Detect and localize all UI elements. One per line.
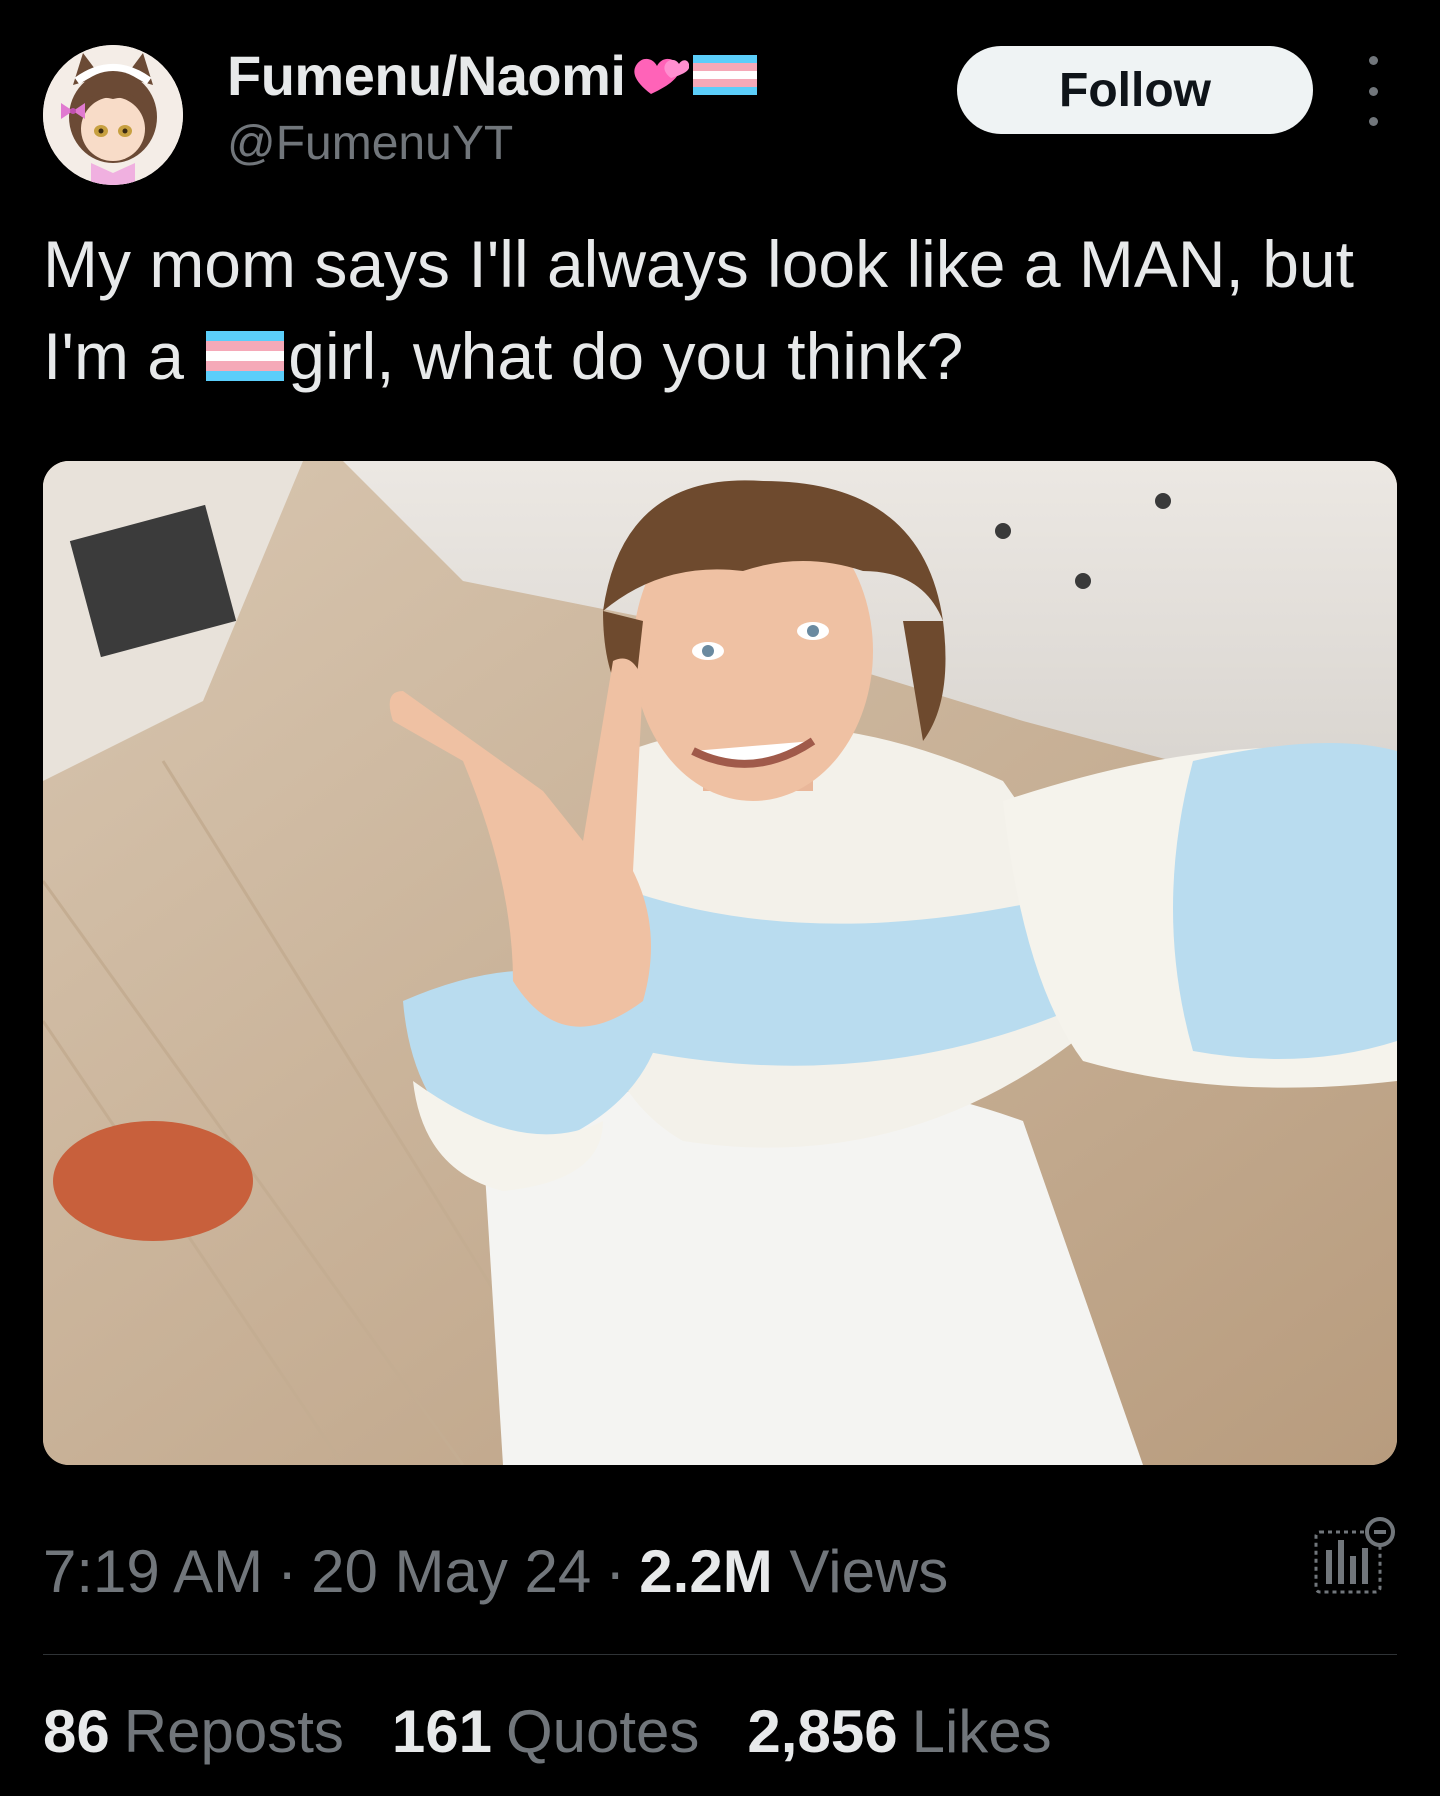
- quotes-stat[interactable]: 161 Quotes: [392, 1690, 700, 1774]
- transgender-flag-icon: [693, 55, 758, 95]
- tweet-meta: 7:19 AM · 20 May 24 · 2.2M Views: [43, 1530, 948, 1614]
- separator: ·: [605, 1538, 626, 1605]
- separator: ·: [277, 1538, 298, 1605]
- quotes-label: Quotes: [505, 1698, 700, 1765]
- follow-button[interactable]: Follow: [957, 46, 1313, 134]
- views-count: 2.2M: [639, 1538, 773, 1605]
- reposts-label: Reposts: [123, 1698, 344, 1765]
- analytics-icon[interactable]: [1310, 1510, 1400, 1600]
- tweet-photo[interactable]: [43, 461, 1397, 1465]
- tweet-time[interactable]: 7:19 AM: [43, 1538, 263, 1605]
- quotes-count: 161: [391, 1698, 492, 1765]
- author-handle[interactable]: @FumenuYT: [227, 116, 757, 171]
- display-name[interactable]: Fumenu/Naomi: [227, 40, 758, 110]
- likes-count: 2,856: [747, 1698, 898, 1765]
- two-hearts-icon: [634, 58, 690, 94]
- transgender-flag-icon: [206, 331, 285, 381]
- tweet-text: My mom says I'll always look like a MAN,…: [43, 218, 1413, 402]
- more-options-icon[interactable]: [1353, 56, 1393, 126]
- avatar[interactable]: [43, 45, 183, 185]
- tweet-stats: 86 Reposts 161 Quotes 2,856 Likes: [43, 1690, 1052, 1774]
- reposts-count: 86: [43, 1698, 110, 1765]
- likes-label: Likes: [911, 1698, 1052, 1765]
- display-name-text[interactable]: Fumenu/Naomi: [227, 43, 626, 108]
- tweet-text-part2: girl, what do you think?: [288, 319, 964, 393]
- likes-stat[interactable]: 2,856 Likes: [747, 1690, 1051, 1774]
- divider: [43, 1654, 1397, 1655]
- author-info: Fumenu/Naomi @FumenuYT: [227, 40, 758, 171]
- tweet-header: Fumenu/Naomi @FumenuYT Follow: [43, 40, 1397, 185]
- tweet-date[interactable]: 20 May 24: [311, 1538, 591, 1605]
- reposts-stat[interactable]: 86 Reposts: [43, 1690, 344, 1774]
- views-label: Views: [789, 1538, 949, 1605]
